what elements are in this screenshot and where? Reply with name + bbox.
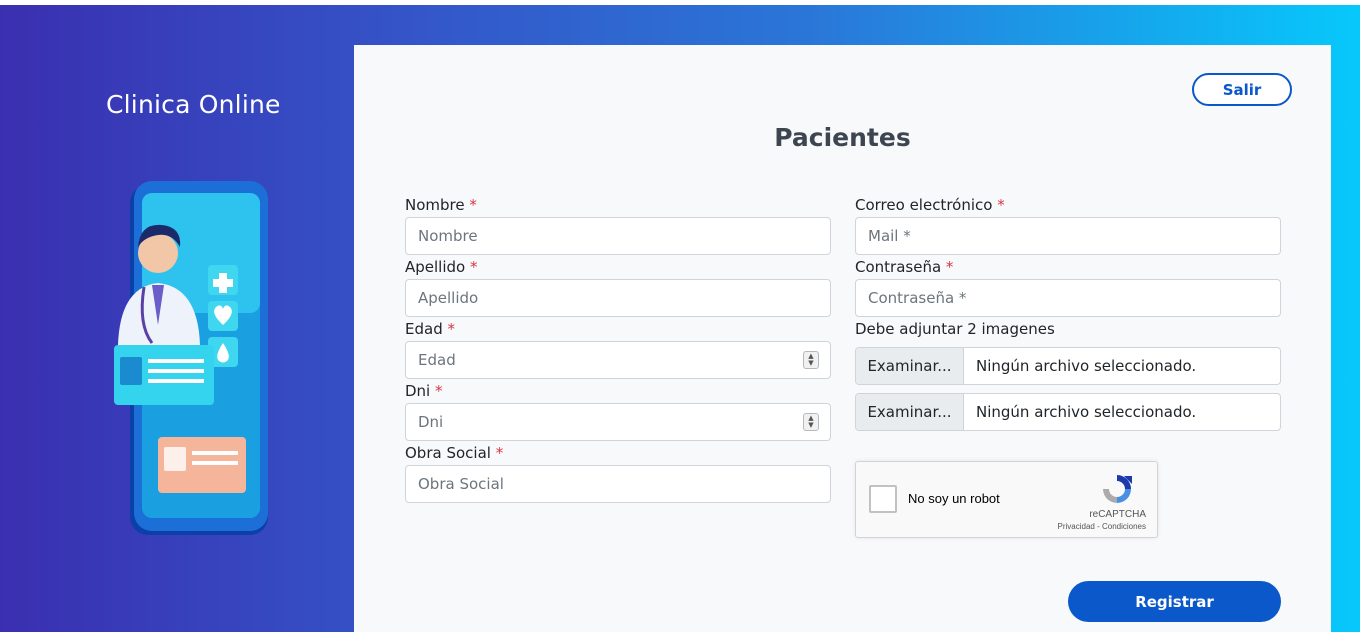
edad-field: ▲▼ — [405, 341, 831, 379]
recaptcha-icon — [1103, 475, 1132, 503]
required-mark: * — [470, 258, 478, 276]
dni-field: ▲▼ — [405, 403, 831, 441]
doctor-phone-illustration — [114, 181, 268, 535]
email-field[interactable] — [855, 217, 1281, 255]
page-title: Pacientes — [774, 123, 911, 152]
required-mark: * — [447, 320, 456, 338]
images-note: Debe adjuntar 2 imagenes — [855, 320, 1055, 338]
obra-social-label: Obra Social * — [405, 444, 504, 462]
required-mark: * — [945, 258, 954, 276]
password-field[interactable] — [855, 279, 1281, 317]
apellido-input[interactable] — [405, 279, 831, 317]
recaptcha-brand: reCAPTCHA — [1089, 509, 1146, 520]
file-status-2: Ningún archivo seleccionado. — [976, 403, 1197, 421]
nombre-label: Nombre * — [405, 196, 477, 214]
dni-label: Dni * — [405, 382, 443, 400]
file-input-1: Examinar... Ningún archivo seleccionado. — [855, 347, 1281, 385]
file-status-1: Ningún archivo seleccionado. — [976, 357, 1197, 375]
file-input-2: Examinar... Ningún archivo seleccionado. — [855, 393, 1281, 431]
required-mark: * — [495, 444, 504, 462]
dni-stepper-icon[interactable]: ▲ ▼ — [803, 413, 819, 431]
logout-button[interactable]: Salir — [1192, 73, 1292, 106]
form-left-column: Nombre * Apellido * Edad * ▲▼ Dni * ▲▼ O… — [405, 195, 831, 505]
edad-input[interactable] — [405, 341, 831, 379]
apellido-label: Apellido * — [405, 258, 478, 276]
form-right-column: Correo electrónico * Contraseña * Debe a… — [855, 195, 1281, 431]
register-button[interactable]: Registrar — [1068, 581, 1281, 622]
form-panel: Salir Pacientes Nombre * Apellido * Edad… — [354, 45, 1331, 632]
required-mark: * — [435, 382, 443, 400]
edad-label: Edad * — [405, 320, 456, 338]
recaptcha-widget: No soy un robot reCAPTCHA Privacidad - C… — [855, 461, 1158, 538]
correo-label: Correo electrónico * — [855, 196, 1005, 214]
contrasena-label: Contraseña * — [855, 258, 954, 276]
brand-title: Clinica Online — [106, 90, 281, 119]
recaptcha-checkbox[interactable] — [869, 485, 897, 513]
obra-social-input[interactable] — [405, 465, 831, 503]
dni-input[interactable] — [405, 403, 831, 441]
browse-button-2[interactable]: Examinar... — [856, 394, 964, 430]
edad-stepper-icon[interactable]: ▲ ▼ — [803, 351, 819, 369]
recaptcha-links[interactable]: Privacidad - Condiciones — [1026, 522, 1147, 531]
required-mark: * — [469, 196, 477, 214]
required-mark: * — [997, 196, 1005, 214]
browse-button-1[interactable]: Examinar... — [856, 348, 964, 384]
recaptcha-label: No soy un robot — [908, 491, 1000, 506]
nombre-input[interactable] — [405, 217, 831, 255]
